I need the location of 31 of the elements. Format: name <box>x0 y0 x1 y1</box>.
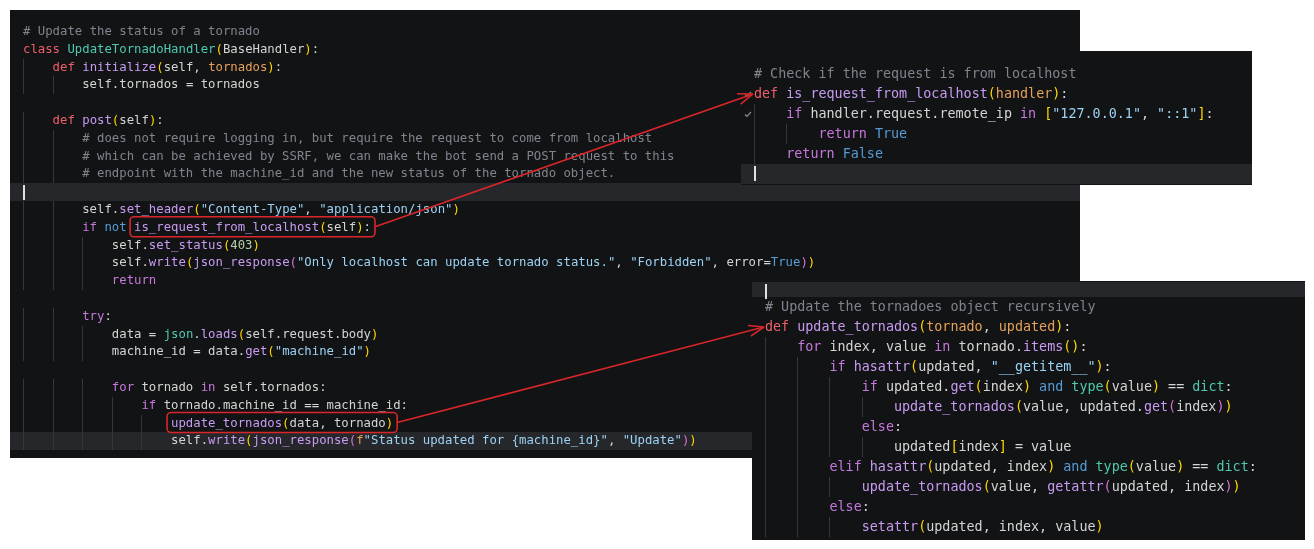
code-line: if tornado.machine_id == machine_id: <box>23 396 408 415</box>
code-line: data = json.loads(self.request.body) <box>23 325 379 344</box>
code-line: # Update the tornadoes object recursively <box>765 298 1096 316</box>
code-line: class UpdateTornadoHandler(BaseHandler): <box>23 40 320 58</box>
code-line: if updated.get(index) and type(value) == dict: <box>765 377 1233 397</box>
code-line: updated[index] = value <box>765 437 1072 457</box>
code-line: update_tornados(value, getattr(updated, index)) <box>765 477 1241 497</box>
code-line: try: <box>23 307 112 326</box>
code-line: def post(self): <box>23 112 164 130</box>
code-line: def initialize(self, tornados): <box>23 58 283 77</box>
code-line: def update_tornados(tornado, updated): <box>765 318 1072 337</box>
code-line: return True <box>754 124 908 144</box>
code-line: update_tornados(value, updated.get(index)) <box>765 397 1233 417</box>
code-line: self.set_status(403) <box>23 236 260 255</box>
code-line: if hasattr(updated, "__getitem__"): <box>765 357 1112 377</box>
code-line: # Update the status of a tornado <box>23 23 260 40</box>
code-line: setattr(updated, index, value) <box>765 517 1104 537</box>
code-line: self.write(json_response(f"Status updated for {machine_id}", "Update")) <box>23 432 697 451</box>
code-line: if not is_request_from_localhost(self): <box>23 218 371 237</box>
code-line: return <box>23 272 157 290</box>
code-line: # Check if the request is from localhost <box>754 65 1077 83</box>
code-line: def is_request_from_localhost(handler): <box>754 85 1069 104</box>
code-line: self.tornados = tornados <box>23 76 260 95</box>
code-line: else: <box>765 497 870 517</box>
code-line: if handler.request.remote_ip in ["127.0.0.1", "::1"]: <box>754 104 1214 124</box>
code-line: machine_id = data.get("machine_id") <box>23 343 371 362</box>
code-line: else: <box>765 417 902 437</box>
code-line: elif hasattr(updated, index) and type(value) == dict: <box>765 457 1257 477</box>
code-line: for tornado in self.tornados: <box>23 378 327 397</box>
code-line: for index, value in tornado.items(): <box>765 337 1088 357</box>
code-line: self.write(json_response("Only localhost can update tornado status.", "Forbidden", error=True)) <box>23 254 816 273</box>
